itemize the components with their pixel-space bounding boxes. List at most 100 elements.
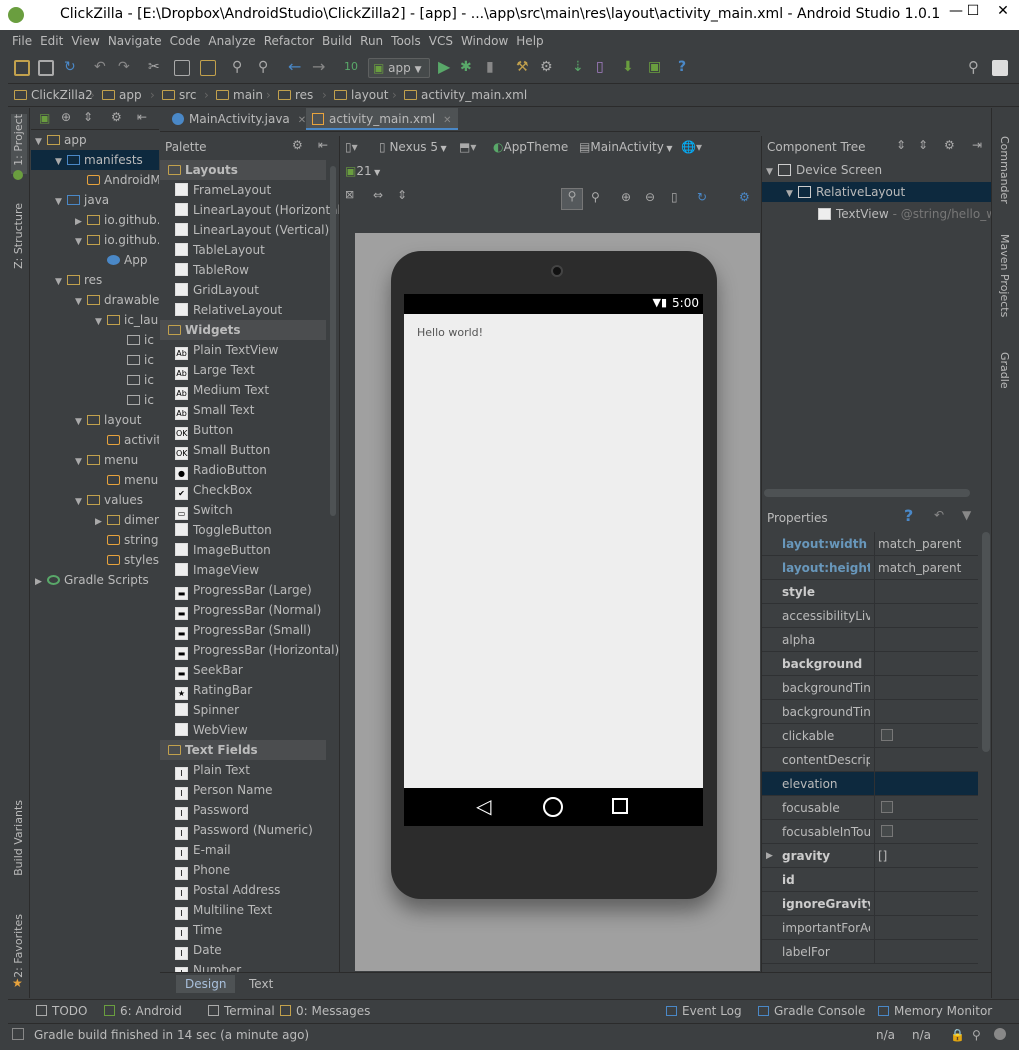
orientation-icon[interactable]: ⬒▾: [459, 140, 476, 154]
open-folder-icon[interactable]: [14, 60, 30, 76]
palette-item[interactable]: TableRow: [160, 260, 328, 280]
options-gear-icon[interactable]: ⚙: [739, 190, 750, 204]
locale-icon[interactable]: 🌐▾: [681, 140, 702, 154]
hello-textview[interactable]: Hello world!: [417, 326, 483, 339]
menu-run[interactable]: Run: [356, 30, 387, 48]
close-tab-icon[interactable]: ✕: [298, 115, 306, 126]
palette-item[interactable]: I Phone: [160, 860, 328, 880]
menu-build[interactable]: Build: [318, 30, 356, 48]
undo-icon[interactable]: ↶: [94, 60, 110, 76]
property-value[interactable]: [874, 820, 978, 844]
settings-icon[interactable]: ⚙: [540, 60, 556, 76]
palette-category[interactable]: Widgets: [160, 320, 326, 340]
property-value[interactable]: [874, 604, 978, 628]
property-value[interactable]: [874, 676, 978, 700]
property-value[interactable]: [874, 628, 978, 652]
copy-icon[interactable]: [174, 60, 190, 76]
run-config-dropdown[interactable]: ▣ app ▼: [368, 58, 430, 78]
property-row[interactable]: elevation: [762, 772, 978, 796]
palette-item[interactable]: FrameLayout: [160, 180, 328, 200]
palette-item[interactable]: OK Button: [160, 420, 328, 440]
gear-icon[interactable]: ⚙: [111, 110, 122, 124]
project-structure-icon[interactable]: ⚒: [516, 60, 532, 76]
palette-item[interactable]: ToggleButton: [160, 520, 328, 540]
gear-icon[interactable]: ⚙: [292, 138, 303, 152]
avd-manager-icon[interactable]: ▯: [596, 60, 612, 76]
property-row[interactable]: layout:height match_parent: [762, 556, 978, 580]
actual-size-icon[interactable]: ⚲: [591, 190, 600, 204]
project-tree-item[interactable]: menu: [31, 470, 159, 490]
project-tree-item[interactable]: strings: [31, 530, 159, 550]
api-dropdown[interactable]: ▣21 ▼: [345, 164, 380, 178]
search-everywhere-icon[interactable]: ⚲: [968, 60, 984, 76]
help-icon[interactable]: ?: [678, 60, 694, 76]
property-row[interactable]: ignoreGravity: [762, 892, 978, 916]
tab-text[interactable]: Text: [240, 975, 282, 993]
favorites-tool-tab[interactable]: 2: Favorites: [12, 914, 25, 978]
project-tree-item[interactable]: ▼ values: [31, 490, 159, 510]
hide-panel-icon[interactable]: ⇤: [137, 110, 147, 124]
expand-horizontal-icon[interactable]: ⇔: [373, 188, 383, 202]
palette-item[interactable]: Ab Small Text: [160, 400, 328, 420]
palette-item[interactable]: ▭ Switch: [160, 500, 328, 520]
property-row[interactable]: clickable: [762, 724, 978, 748]
tool-window-memory-monitor[interactable]: Memory Monitor: [878, 1004, 992, 1018]
editor-tab[interactable]: activity_main.xml ✕: [306, 108, 458, 130]
palette-item[interactable]: Spinner: [160, 700, 328, 720]
breadcrumb-item[interactable]: activity_main.xml: [404, 88, 527, 102]
theme-dropdown[interactable]: ◐AppTheme: [493, 140, 568, 154]
hide-panel-icon[interactable]: ⇤: [318, 138, 328, 152]
property-row[interactable]: focusableInTouchMode: [762, 820, 978, 844]
tool-window--messages[interactable]: 0: Messages: [280, 1004, 370, 1018]
palette-item[interactable]: GridLayout: [160, 280, 328, 300]
project-tree-item[interactable]: ic: [31, 350, 159, 370]
palette-category[interactable]: Layouts: [160, 160, 326, 180]
property-row[interactable]: style: [762, 580, 978, 604]
menu-edit[interactable]: Edit: [36, 30, 67, 48]
breadcrumb-item[interactable]: app: [102, 88, 142, 102]
property-checkbox[interactable]: [881, 729, 893, 741]
property-value[interactable]: [874, 724, 978, 748]
project-tree-item[interactable]: AndroidManifest.xml: [31, 170, 159, 190]
palette-scrollbar[interactable]: [330, 166, 336, 516]
palette-item[interactable]: ▬ ProgressBar (Large): [160, 580, 328, 600]
layout-file-icon[interactable]: ▯▾: [345, 140, 358, 154]
gear-icon[interactable]: ⚙: [944, 138, 955, 152]
tool-windows-toggle-icon[interactable]: [12, 1028, 24, 1040]
find-icon[interactable]: ⚲: [232, 60, 248, 76]
palette-item[interactable]: ★ RatingBar: [160, 680, 328, 700]
property-value[interactable]: match_parent: [874, 556, 978, 580]
project-tool-tab[interactable]: 1: Project: [12, 114, 25, 166]
target-icon[interactable]: ⊕: [61, 110, 71, 124]
palette-item[interactable]: OK Small Button: [160, 440, 328, 460]
palette-item[interactable]: TableLayout: [160, 240, 328, 260]
palette-item[interactable]: I Password (Numeric): [160, 820, 328, 840]
breadcrumb-item[interactable]: res: [278, 88, 313, 102]
property-value[interactable]: [874, 580, 978, 604]
property-value[interactable]: [874, 940, 978, 964]
structure-tool-tab[interactable]: Z: Structure: [12, 203, 25, 269]
tool-window-todo[interactable]: TODO: [36, 1004, 87, 1018]
palette-item[interactable]: ● RadioButton: [160, 460, 328, 480]
make-project-icon[interactable]: 10: [344, 60, 360, 76]
sync-gradle-icon[interactable]: ⇣: [572, 60, 588, 76]
project-tree-item[interactable]: App: [31, 250, 159, 270]
back-icon[interactable]: ←: [288, 59, 304, 76]
palette-item[interactable]: INumber: [160, 960, 328, 972]
properties-scrollbar[interactable]: [982, 532, 990, 752]
paste-icon[interactable]: [200, 60, 216, 76]
lock-icon[interactable]: 🔒: [950, 1028, 965, 1042]
project-tree-item[interactable]: ▶ Gradle Scripts: [31, 570, 159, 590]
project-tree-item[interactable]: ▶ dimens: [31, 510, 159, 530]
android-view-icon[interactable]: ▣: [39, 111, 50, 125]
project-tree-item[interactable]: styles: [31, 550, 159, 570]
project-tree-item[interactable]: ▼ io.github.: [31, 230, 159, 250]
close-icon[interactable]: ✕: [985, 0, 1019, 22]
project-tree-item[interactable]: ic: [31, 370, 159, 390]
menu-file[interactable]: File: [8, 30, 36, 48]
palette-item[interactable]: ▬ SeekBar: [160, 660, 328, 680]
project-tree-item[interactable]: ▼ res: [31, 270, 159, 290]
palette-item[interactable]: LinearLayout (Horizontal): [160, 200, 339, 220]
tool-window--android[interactable]: 6: Android: [104, 1004, 182, 1018]
palette-item[interactable]: I Date: [160, 940, 328, 960]
